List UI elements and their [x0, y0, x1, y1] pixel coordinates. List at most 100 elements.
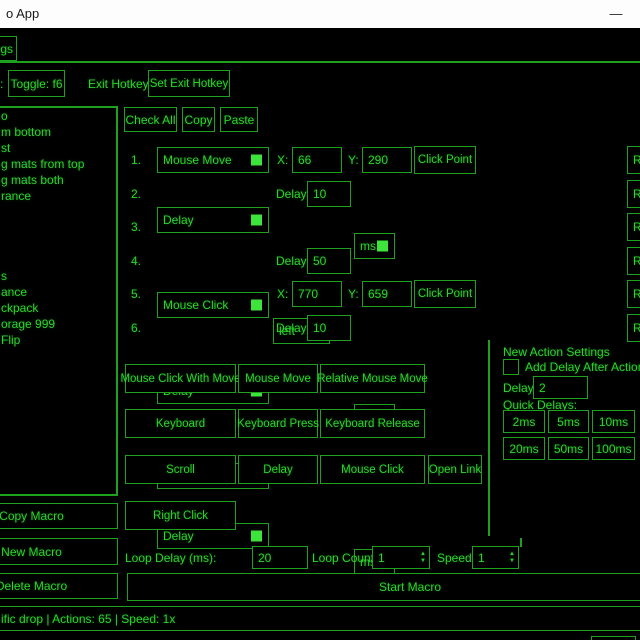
check-all-button[interactable]: Check All	[124, 107, 177, 132]
add-keyboard-release-button[interactable]: Keyboard Release	[320, 409, 425, 438]
action-type-value: Mouse Click	[163, 298, 228, 312]
row-number: 2.	[131, 181, 141, 207]
add-keyboard-press-button[interactable]: Keyboard Press	[238, 409, 318, 438]
dropdown-indicator-icon[interactable]	[251, 215, 262, 226]
action-type-value: Delay	[163, 213, 194, 227]
status-bar: ific drop | Actions: 65 | Speed: 1x	[0, 606, 640, 631]
speed-spinner[interactable]: 1 ▲▼	[472, 546, 519, 569]
minimize-button[interactable]: —	[600, 0, 632, 26]
action-type-value: Delay	[163, 529, 194, 543]
remove-action-button[interactable]: R	[627, 146, 640, 174]
macro-list-item[interactable]: ance	[1, 284, 115, 300]
add-keyboard-button[interactable]: Keyboard	[125, 409, 236, 438]
action-type-dropdown[interactable]: Mouse Move	[157, 147, 269, 173]
remove-action-button[interactable]: R	[627, 247, 640, 275]
macro-list-item[interactable]	[1, 236, 115, 252]
new-macro-button[interactable]: New Macro	[0, 538, 118, 565]
macro-list-item[interactable]	[1, 204, 115, 220]
add-open-link-button[interactable]: Open Link	[428, 455, 482, 484]
quick-delay-5ms-button[interactable]: 5ms	[548, 410, 589, 433]
paste-button[interactable]: Paste	[220, 107, 258, 132]
click-point-button[interactable]: Click Point	[414, 280, 476, 308]
x-input[interactable]: 66	[292, 147, 342, 173]
macro-list-item[interactable]: s	[1, 268, 115, 284]
click-point-button[interactable]: Click Point	[414, 146, 476, 174]
remove-action-button[interactable]: R	[627, 213, 640, 241]
macro-list-item[interactable]: orage 999	[1, 316, 115, 332]
quick-delay-100ms-button[interactable]: 100ms	[592, 437, 635, 460]
add-mouse-move-button[interactable]: Mouse Move	[238, 364, 318, 393]
action-type-dropdown[interactable]: Mouse Click	[157, 292, 269, 318]
loop-delay-label: Loop Delay (ms):	[125, 546, 216, 569]
copy-macro-button[interactable]: Copy Macro	[0, 503, 118, 529]
macro-list-item[interactable]	[1, 252, 115, 268]
title-bar: o App	[0, 0, 640, 28]
delete-macro-button[interactable]: Delete Macro	[0, 573, 118, 599]
x-label: X:	[277, 147, 288, 173]
row-number: 5.	[131, 281, 141, 307]
macro-list-item[interactable]: m bottom	[1, 124, 115, 140]
start-macro-button[interactable]: Start Macro	[127, 573, 640, 601]
loop-count-label: Loop Count:	[312, 546, 377, 569]
x-input[interactable]: 770	[292, 281, 342, 307]
dropdown-indicator-icon[interactable]	[251, 300, 262, 311]
macro-list-item[interactable]: o	[1, 108, 115, 124]
add-right-click-button[interactable]: Right Click	[125, 501, 236, 530]
macro-list-item[interactable]: g mats from top	[1, 156, 115, 172]
y-label: Y:	[348, 281, 359, 307]
spinner-arrows[interactable]: ▲▼	[420, 551, 426, 565]
add-scroll-button[interactable]: Scroll	[125, 455, 236, 484]
spin-up-icon[interactable]: ▲	[420, 551, 426, 558]
remove-action-button[interactable]: R	[627, 280, 640, 308]
add-delay-after-action-checkbox[interactable]	[503, 359, 519, 375]
copy-button[interactable]: Copy	[182, 107, 215, 132]
macro-list-item[interactable]: ckpack	[1, 300, 115, 316]
macro-list-item[interactable]: st	[1, 140, 115, 156]
add-mouse-click-with-move-button[interactable]: Mouse Click With Move	[125, 364, 236, 393]
menu-tab-settings[interactable]: gs	[0, 36, 17, 61]
add-relative-mouse-move-button[interactable]: Relative Mouse Move	[320, 364, 425, 393]
add-delay-button[interactable]: Delay	[238, 455, 318, 484]
loop-count-spinner[interactable]: 1 ▲▼	[372, 546, 430, 569]
y-input[interactable]: 290	[362, 147, 412, 173]
quick-delay-10ms-button[interactable]: 10ms	[592, 410, 635, 433]
remove-action-button[interactable]: R	[627, 314, 640, 342]
menu-tab-label: gs	[0, 42, 13, 56]
settings-unit-dropdown[interactable]: ms	[591, 636, 636, 640]
spinner-arrows[interactable]: ▲▼	[509, 551, 515, 565]
unit-dropdown[interactable]: ms	[354, 233, 395, 259]
quick-delay-2ms-button[interactable]: 2ms	[503, 410, 545, 433]
y-label: Y:	[348, 147, 359, 173]
delay-input[interactable]: 10	[307, 181, 351, 207]
dropdown-indicator-icon[interactable]	[251, 155, 262, 166]
settings-delay-input[interactable]: 2	[533, 376, 588, 399]
add-delay-after-action-label: Add Delay After Action	[525, 359, 640, 375]
quick-delay-50ms-button[interactable]: 50ms	[548, 437, 589, 460]
delay-input[interactable]: 10	[307, 315, 351, 341]
delay-input[interactable]: 50	[307, 248, 351, 274]
add-mouse-click-button[interactable]: Mouse Click	[320, 455, 425, 484]
toggle-hotkey-label-partial: :	[0, 70, 3, 97]
loop-delay-input[interactable]: 20	[252, 546, 308, 569]
dropdown-indicator-icon[interactable]	[377, 241, 388, 252]
row-number: 3.	[131, 214, 141, 240]
macro-list-item[interactable]: g mats both	[1, 172, 115, 188]
loop-count-value: 1	[378, 551, 385, 565]
macro-list-item[interactable]: rance	[1, 188, 115, 204]
toggle-hotkey-button[interactable]: Toggle: f6	[8, 70, 65, 97]
y-input[interactable]: 659	[362, 281, 412, 307]
action-type-dropdown[interactable]: Delay	[157, 207, 269, 233]
quick-delay-20ms-button[interactable]: 20ms	[503, 437, 545, 460]
spin-down-icon[interactable]: ▼	[509, 558, 515, 565]
speed-label: Speed:	[437, 546, 475, 569]
set-exit-hotkey-button[interactable]: Set Exit Hotkey	[148, 70, 230, 97]
row-number: 4.	[131, 248, 141, 274]
dropdown-indicator-icon[interactable]	[251, 531, 262, 542]
remove-action-button[interactable]: R	[627, 180, 640, 208]
exit-hotkey-label: Exit Hotkey:	[88, 70, 152, 97]
spin-up-icon[interactable]: ▲	[509, 551, 515, 558]
macro-list-item[interactable]: Flip	[1, 332, 115, 348]
delay-label: Delay:	[276, 248, 310, 274]
macro-list-item[interactable]	[1, 220, 115, 236]
spin-down-icon[interactable]: ▼	[420, 558, 426, 565]
